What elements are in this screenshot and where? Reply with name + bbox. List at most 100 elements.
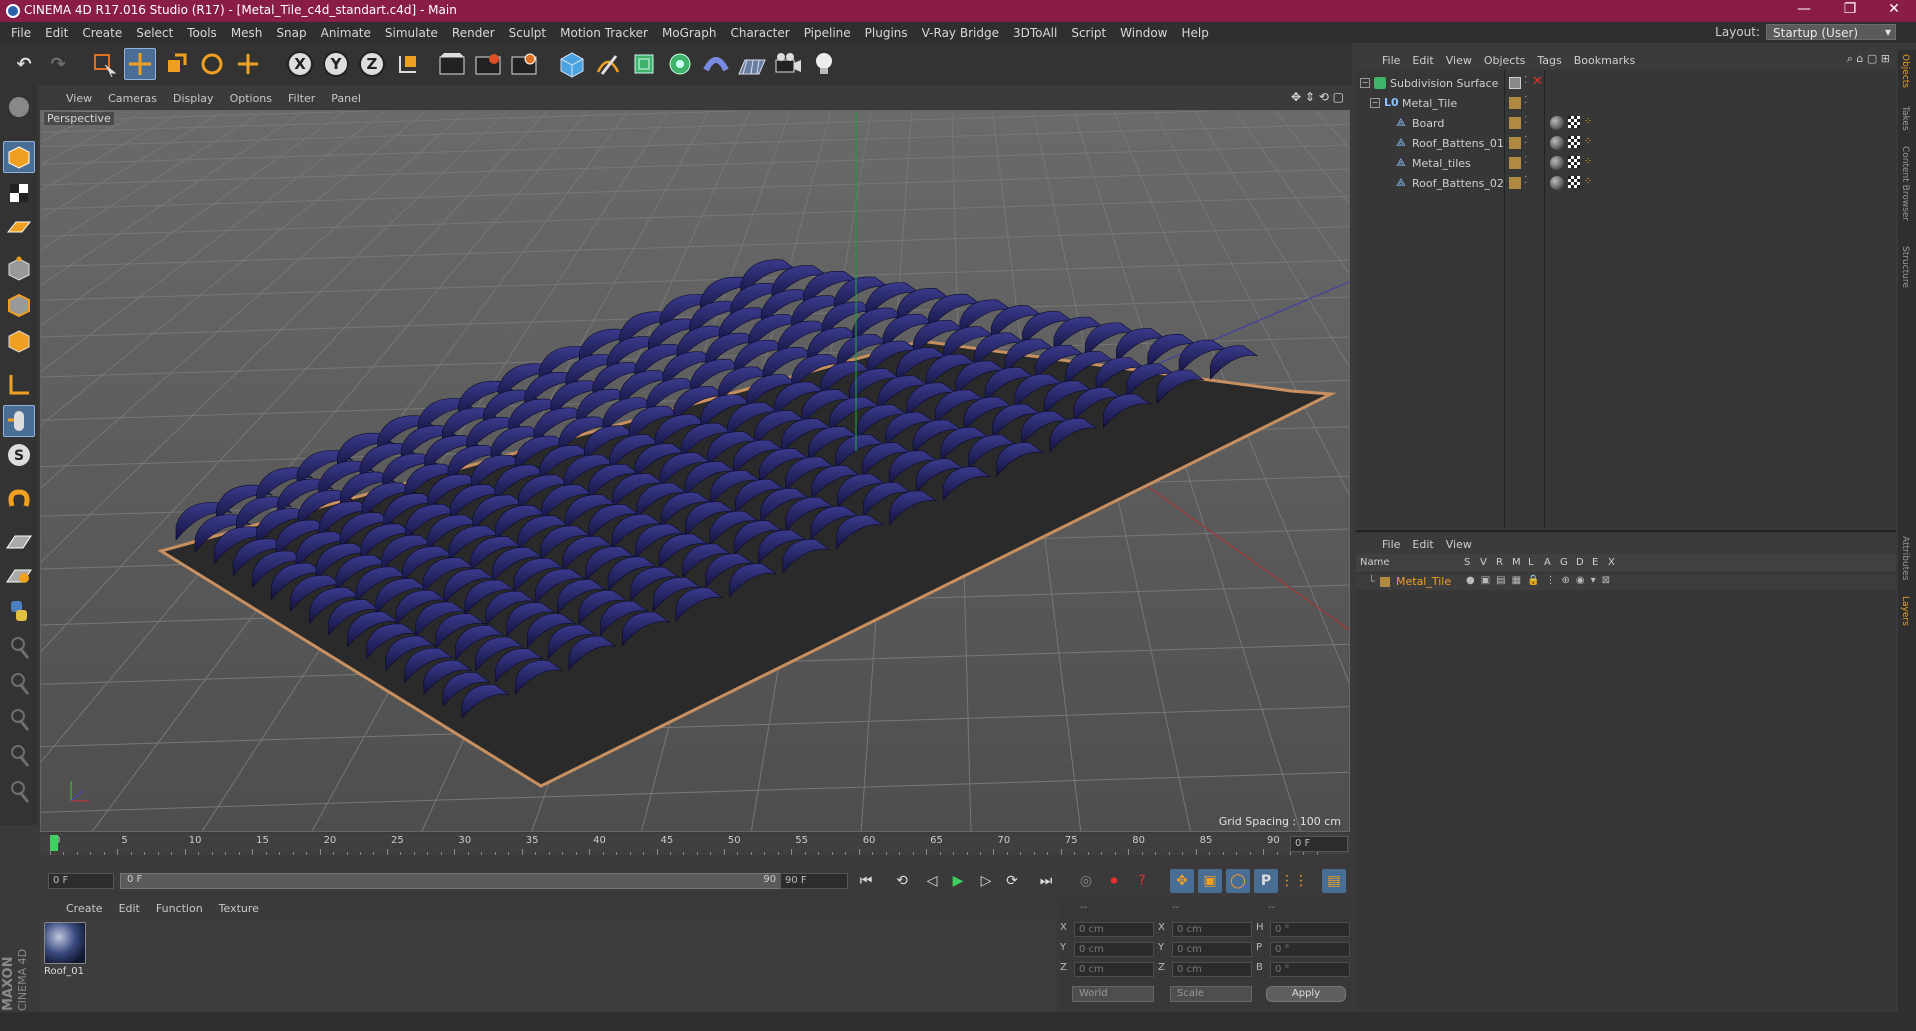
side-tab-takes[interactable]: Takes (1900, 106, 1910, 131)
objects-menu-file[interactable]: File (1376, 54, 1406, 67)
layer-color-icon[interactable] (1509, 177, 1521, 189)
size-mode-dropdown[interactable]: Scale (1170, 986, 1252, 1002)
side-tab-attributes[interactable]: Attributes (1900, 536, 1910, 580)
objects-menu-edit[interactable]: Edit (1406, 54, 1439, 67)
grid-snap-icon[interactable] (3, 525, 35, 557)
layer-color-icon[interactable] (1509, 157, 1521, 169)
live-selection-icon[interactable] (88, 48, 120, 80)
selection-tag-icon[interactable]: ⁘ (1584, 176, 1592, 187)
selection-tag-icon[interactable]: ⁘ (1584, 156, 1592, 167)
expand-toggle-icon[interactable]: − (1370, 98, 1380, 108)
previous-frame-icon[interactable]: ◁ (920, 869, 944, 893)
size-x-field[interactable]: 0 cm (1172, 922, 1252, 937)
brush-tool-t-icon[interactable] (3, 775, 35, 807)
redo-button[interactable]: ↷ (42, 48, 74, 80)
deformer-icon[interactable] (700, 48, 732, 80)
python-icon[interactable] (3, 595, 35, 627)
menu-select[interactable]: Select (129, 26, 180, 40)
visibility-dots-icon[interactable]: ⁚ (1524, 155, 1527, 166)
objects-menu-bookmarks[interactable]: Bookmarks (1568, 54, 1641, 67)
viewport-navigation-icon[interactable]: ✥ ⇕ ⟲ ▢ (1291, 90, 1344, 104)
selection-tag-icon[interactable]: ⁘ (1584, 116, 1592, 127)
rotate-tool-icon[interactable] (196, 48, 228, 80)
brush-tool-s-icon[interactable] (3, 739, 35, 771)
position-z-field[interactable]: 0 cm (1074, 962, 1154, 977)
rotation-h-field[interactable]: 0 ° (1270, 922, 1350, 937)
floor-environment-icon[interactable] (736, 48, 768, 80)
menu-help[interactable]: Help (1174, 26, 1215, 40)
side-tab-layers[interactable]: Layers (1900, 596, 1910, 626)
menu-script[interactable]: Script (1064, 26, 1113, 40)
position-y-field[interactable]: 0 cm (1074, 942, 1154, 957)
z-axis-lock-button[interactable]: Z (356, 48, 388, 80)
edges-mode-icon[interactable] (3, 289, 35, 321)
side-tab-structure[interactable]: Structure (1900, 246, 1910, 288)
menu-edit[interactable]: Edit (38, 26, 75, 40)
timeline-ruler[interactable]: 051015202530354045505560657075808590 0 F (40, 833, 1350, 855)
record-rotation-icon[interactable]: ◯ (1226, 869, 1250, 893)
visibility-dots-icon[interactable]: ⁚ (1524, 135, 1527, 146)
menu-animate[interactable]: Animate (314, 26, 378, 40)
material-menu-texture[interactable]: Texture (211, 902, 267, 915)
material-tag-icon[interactable] (1550, 176, 1564, 190)
menu-window[interactable]: Window (1113, 26, 1174, 40)
material-tag-icon[interactable] (1550, 156, 1564, 170)
menu-plugins[interactable]: Plugins (858, 26, 915, 40)
layout-dropdown[interactable]: Startup (User) (1766, 24, 1896, 40)
minimize-button[interactable]: — (1784, 1, 1824, 17)
workplane-lock-icon[interactable] (3, 559, 35, 591)
play-forward-icon[interactable]: ▶ (946, 869, 970, 893)
menu-simulate[interactable]: Simulate (378, 26, 445, 40)
model-mode-icon[interactable] (3, 141, 35, 173)
layer-color-icon[interactable] (1509, 97, 1521, 109)
close-button[interactable]: ✕ (1874, 1, 1914, 17)
size-z-field[interactable]: 0 cm (1172, 962, 1252, 977)
menu-file[interactable]: File (4, 26, 38, 40)
layers-menu-view[interactable]: View (1440, 538, 1478, 551)
side-tab-content-browser[interactable]: Content Browser (1900, 146, 1910, 221)
layer-color-icon[interactable] (1509, 77, 1521, 89)
range-slider[interactable]: 0 F 90 F (120, 873, 800, 889)
material-menu-create[interactable]: Create (58, 902, 111, 915)
texture-tag-icon[interactable] (1568, 156, 1580, 168)
layer-color-icon[interactable] (1380, 577, 1390, 587)
subdivision-surface-icon[interactable] (628, 48, 660, 80)
menu-motion-tracker[interactable]: Motion Tracker (553, 26, 655, 40)
render-settings-icon[interactable] (508, 48, 540, 80)
menu-mesh[interactable]: Mesh (224, 26, 270, 40)
render-view-icon[interactable] (436, 48, 468, 80)
coordinate-mode-dropdown[interactable]: World (1072, 986, 1154, 1002)
next-key-icon[interactable]: ⟳ (1000, 869, 1024, 893)
restore-button[interactable]: ❐ (1830, 1, 1870, 17)
object-row-roof-battens-02[interactable]: ⟁ Roof_Battens_02 ⁚ ⁘ (1356, 174, 1896, 194)
keyframe-selection-icon[interactable]: ? (1130, 869, 1154, 893)
record-position-icon[interactable]: ✥ (1170, 869, 1194, 893)
material-menu-function[interactable]: Function (148, 902, 211, 915)
object-row-board[interactable]: ⟁ Board ⁚ ⁘ (1356, 114, 1896, 134)
menu-mograph[interactable]: MoGraph (655, 26, 724, 40)
end-frame-field[interactable]: 90 F (780, 873, 848, 889)
record-scale-icon[interactable]: ▣ (1198, 869, 1222, 893)
3d-viewport[interactable]: Perspective Grid Spacing : 100 cm (40, 110, 1350, 832)
timeline-window-icon[interactable]: ▤ (1322, 869, 1346, 893)
spline-pen-icon[interactable] (592, 48, 624, 80)
enabled-toggle-icon[interactable]: ✕ (1532, 74, 1543, 89)
object-row-metal-tile[interactable]: − L0 Metal_Tile ⁚ (1356, 94, 1896, 114)
go-to-end-icon[interactable]: ⏭ (1034, 869, 1058, 893)
scale-tool-icon[interactable] (160, 48, 192, 80)
size-y-field[interactable]: 0 cm (1172, 942, 1252, 957)
selection-tag-icon[interactable]: ⁘ (1584, 136, 1592, 147)
visibility-dots-icon[interactable]: ⁚ (1524, 75, 1527, 86)
apply-button[interactable]: Apply (1266, 986, 1346, 1002)
rotation-p-field[interactable]: 0 ° (1270, 942, 1350, 957)
workplane-icon[interactable] (3, 211, 35, 243)
y-axis-lock-button[interactable]: Y (320, 48, 352, 80)
record-parameter-icon[interactable]: P (1254, 869, 1278, 893)
make-editable-icon[interactable] (3, 91, 35, 123)
layer-row-metal-tile[interactable]: └ Metal_Tile ●▣▤▦🔒⋮⊕◉▾⊠ (1356, 574, 1896, 590)
current-frame-field[interactable]: 0 F (1290, 836, 1348, 852)
camera-icon[interactable] (772, 48, 804, 80)
coordinate-system-icon[interactable] (392, 48, 424, 80)
points-mode-icon[interactable] (3, 253, 35, 285)
light-icon[interactable] (808, 48, 840, 80)
